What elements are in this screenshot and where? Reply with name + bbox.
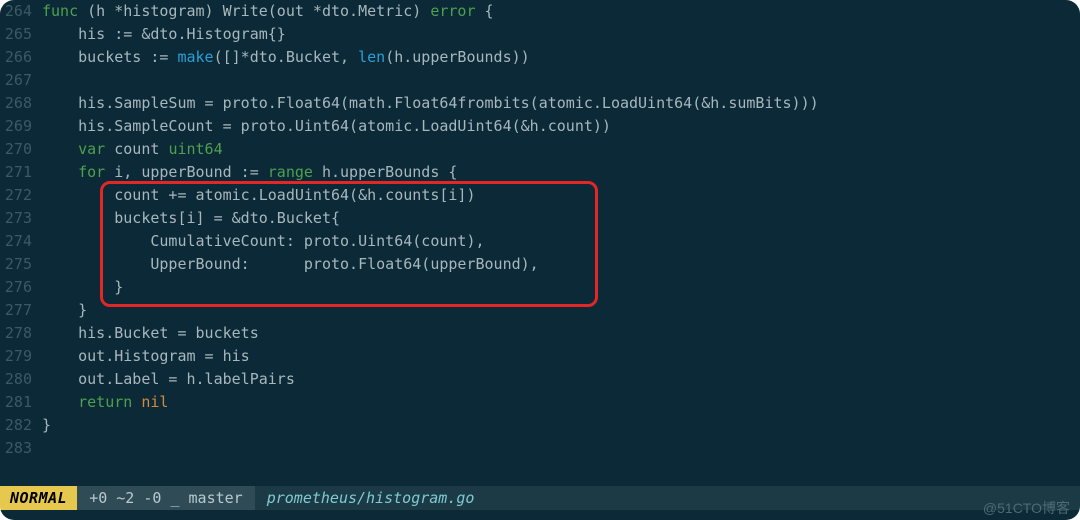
code-line[interactable]: 270 var count uint64 <box>0 138 1080 161</box>
line-number: 283 <box>0 437 42 460</box>
code-content: } <box>42 414 1080 437</box>
line-number: 277 <box>0 299 42 322</box>
code-content <box>42 69 1080 92</box>
code-content: } <box>42 276 1080 299</box>
code-content: return nil <box>42 391 1080 414</box>
code-content: count += atomic.LoadUint64(&h.counts[i]) <box>42 184 1080 207</box>
code-line[interactable]: 265 his := &dto.Histogram{} <box>0 23 1080 46</box>
git-status-segment: +0 ~2 -0 _ master <box>77 486 255 510</box>
code-content: out.Histogram = his <box>42 345 1080 368</box>
code-content: his.SampleCount = proto.Uint64(atomic.Lo… <box>42 115 1080 138</box>
code-line[interactable]: 280 out.Label = h.labelPairs <box>0 368 1080 391</box>
status-bar: NORMAL +0 ~2 -0 _ master prometheus/hist… <box>0 486 1080 510</box>
code-line[interactable]: 272 count += atomic.LoadUint64(&h.counts… <box>0 184 1080 207</box>
line-number: 272 <box>0 184 42 207</box>
code-line[interactable]: 271 for i, upperBound := range h.upperBo… <box>0 161 1080 184</box>
code-line[interactable]: 283 <box>0 437 1080 460</box>
code-line[interactable]: 267 <box>0 69 1080 92</box>
code-content: his.Bucket = buckets <box>42 322 1080 345</box>
code-line[interactable]: 279 out.Histogram = his <box>0 345 1080 368</box>
line-number: 267 <box>0 69 42 92</box>
code-content: buckets := make([]*dto.Bucket, len(h.upp… <box>42 46 1080 69</box>
code-content: CumulativeCount: proto.Uint64(count), <box>42 230 1080 253</box>
code-line[interactable]: 281 return nil <box>0 391 1080 414</box>
code-line[interactable]: 278 his.Bucket = buckets <box>0 322 1080 345</box>
line-number: 278 <box>0 322 42 345</box>
line-number: 276 <box>0 276 42 299</box>
line-number: 279 <box>0 345 42 368</box>
code-line[interactable]: 273 buckets[i] = &dto.Bucket{ <box>0 207 1080 230</box>
line-number: 275 <box>0 253 42 276</box>
code-editor[interactable]: 264func (h *histogram) Write(out *dto.Me… <box>0 0 1080 490</box>
code-content: his.SampleSum = proto.Float64(math.Float… <box>42 92 1080 115</box>
line-number: 266 <box>0 46 42 69</box>
code-line[interactable]: 277 } <box>0 299 1080 322</box>
code-content: his := &dto.Histogram{} <box>42 23 1080 46</box>
line-number: 280 <box>0 368 42 391</box>
line-number: 273 <box>0 207 42 230</box>
line-number: 271 <box>0 161 42 184</box>
code-line[interactable]: 266 buckets := make([]*dto.Bucket, len(h… <box>0 46 1080 69</box>
code-line[interactable]: 268 his.SampleSum = proto.Float64(math.F… <box>0 92 1080 115</box>
code-content: out.Label = h.labelPairs <box>42 368 1080 391</box>
line-number: 269 <box>0 115 42 138</box>
code-content: for i, upperBound := range h.upperBounds… <box>42 161 1080 184</box>
code-line[interactable]: 264func (h *histogram) Write(out *dto.Me… <box>0 0 1080 23</box>
line-number: 274 <box>0 230 42 253</box>
code-content: } <box>42 299 1080 322</box>
line-number: 282 <box>0 414 42 437</box>
file-path-segment: prometheus/histogram.go <box>255 486 487 510</box>
code-content: func (h *histogram) Write(out *dto.Metri… <box>42 0 1080 23</box>
code-line[interactable]: 282} <box>0 414 1080 437</box>
code-content: var count uint64 <box>42 138 1080 161</box>
line-number: 265 <box>0 23 42 46</box>
code-content: UpperBound: proto.Float64(upperBound), <box>42 253 1080 276</box>
code-line[interactable]: 275 UpperBound: proto.Float64(upperBound… <box>0 253 1080 276</box>
code-line[interactable]: 276 } <box>0 276 1080 299</box>
code-content: buckets[i] = &dto.Bucket{ <box>42 207 1080 230</box>
code-content <box>42 437 1080 460</box>
line-number: 268 <box>0 92 42 115</box>
watermark-text: @51CTO博客 <box>983 497 1070 520</box>
code-line[interactable]: 274 CumulativeCount: proto.Uint64(count)… <box>0 230 1080 253</box>
line-number: 270 <box>0 138 42 161</box>
line-number: 281 <box>0 391 42 414</box>
line-number: 264 <box>0 0 42 23</box>
code-line[interactable]: 269 his.SampleCount = proto.Uint64(atomi… <box>0 115 1080 138</box>
vim-mode-badge: NORMAL <box>0 486 77 510</box>
